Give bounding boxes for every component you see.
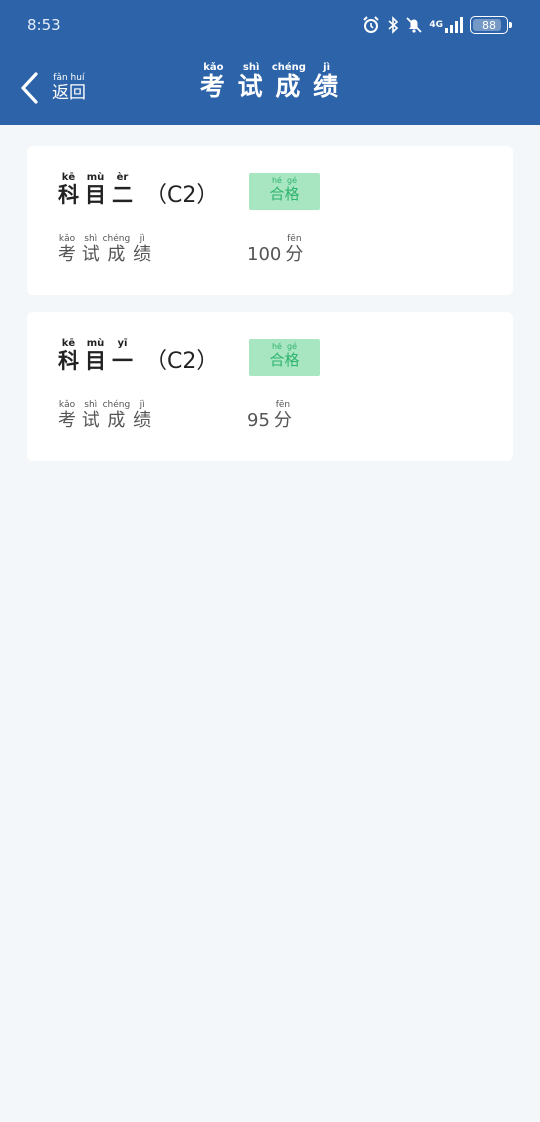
- license-type: （C2）: [145, 349, 219, 374]
- result-card-subject-2[interactable]: 科kē 目mù 二èr （C2） 合hé 格gé 考kǎo 试shì 成chén…: [27, 146, 513, 295]
- page-title: 考kǎo 试shì 成chéng 绩jì: [199, 62, 341, 101]
- status-time: 8:53: [27, 16, 61, 34]
- score-number: 95: [247, 410, 270, 431]
- mute-icon: [406, 16, 422, 34]
- score-unit: 分fēn: [285, 234, 304, 265]
- alarm-icon: [362, 16, 380, 34]
- score-value: 95 分fēn: [247, 400, 292, 432]
- score-value: 100 分fēn: [247, 234, 303, 266]
- battery-level: 88: [482, 18, 496, 32]
- status-bar: 8:53 4G 88: [0, 0, 540, 52]
- subject-title: 科kē 目mù 二èr （C2）: [58, 172, 219, 208]
- bluetooth-icon: [387, 16, 399, 34]
- screen: 8:53 4G 88 返fǎn回huí 考kǎo 试shì 成chéng 绩jì…: [0, 0, 540, 1122]
- app-header: 8:53 4G 88 返fǎn回huí 考kǎo 试shì 成chéng 绩jì: [0, 0, 540, 125]
- network-type-label: 4G: [429, 19, 443, 30]
- score-label: 考kǎo 试shì 成chéng 绩jì: [58, 234, 152, 265]
- result-card-subject-1[interactable]: 科kē 目mù 一yī （C2） 合hé 格gé 考kǎo 试shì 成chén…: [27, 312, 513, 461]
- score-number: 100: [247, 244, 282, 265]
- signal-icon: 4G: [429, 17, 463, 33]
- license-type: （C2）: [145, 183, 219, 208]
- score-label: 考kǎo 试shì 成chéng 绩jì: [58, 400, 152, 431]
- pass-badge: 合hé 格gé: [249, 173, 320, 210]
- battery-icon: 88: [470, 16, 512, 34]
- pass-badge: 合hé 格gé: [249, 339, 320, 376]
- score-unit: 分fēn: [273, 400, 292, 431]
- subject-title: 科kē 目mù 一yī （C2）: [58, 338, 219, 374]
- status-icons: 4G 88: [362, 14, 512, 36]
